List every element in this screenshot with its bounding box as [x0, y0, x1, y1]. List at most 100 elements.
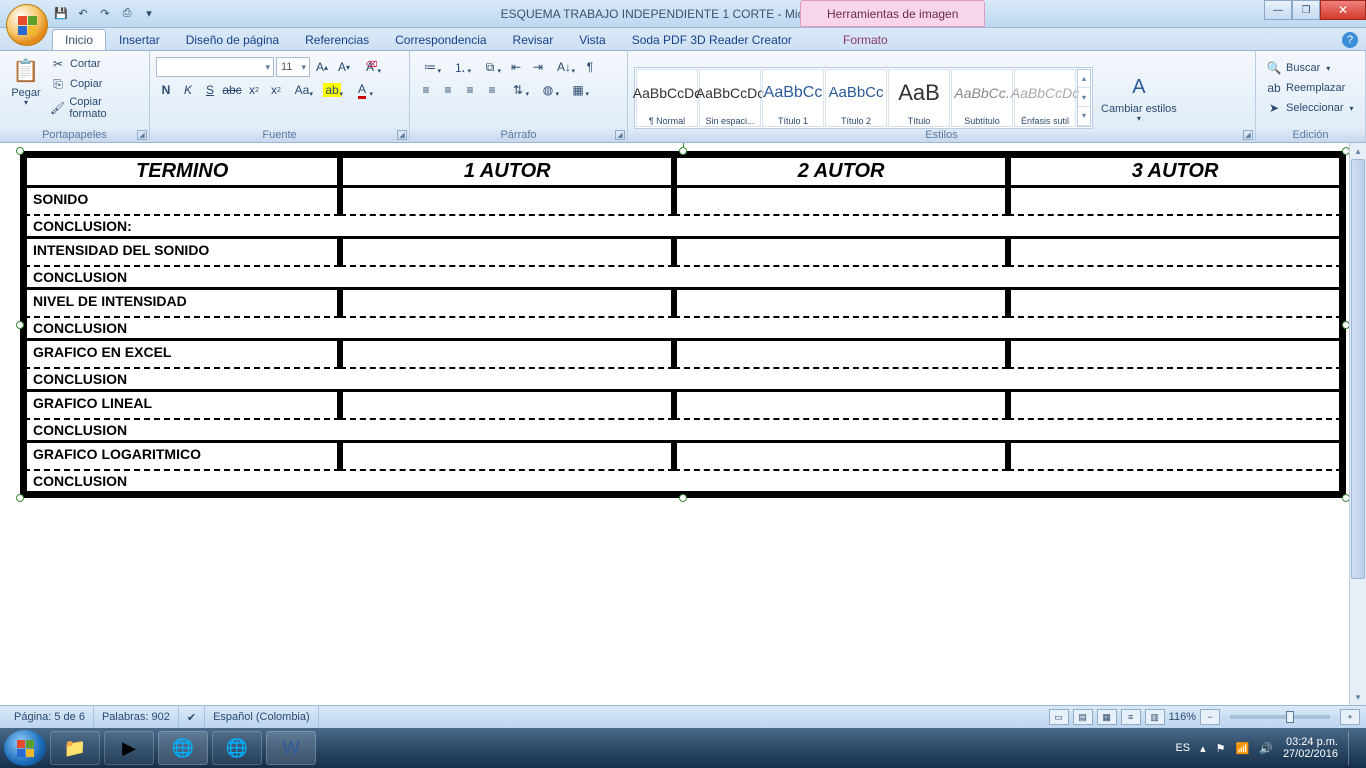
- scroll-down-button[interactable]: ▾: [1350, 689, 1366, 705]
- line-spacing-button[interactable]: ⇅: [504, 80, 532, 100]
- vscroll-thumb[interactable]: [1351, 159, 1365, 579]
- show-marks-button[interactable]: ¶: [580, 57, 600, 77]
- tray-action-center-icon[interactable]: ⚑: [1216, 742, 1226, 755]
- qat-undo-icon[interactable]: ↶: [74, 5, 92, 23]
- zoom-slider-thumb[interactable]: [1286, 711, 1294, 723]
- style-titulo1[interactable]: AaBbCcTítulo 1: [762, 69, 824, 127]
- clear-formatting-button[interactable]: A⌫: [356, 57, 384, 77]
- superscript-button[interactable]: x2: [266, 80, 286, 100]
- view-print-layout-button[interactable]: ▭: [1049, 709, 1069, 725]
- minimize-button[interactable]: —: [1264, 0, 1292, 20]
- tray-show-hidden-icon[interactable]: ▴: [1200, 742, 1206, 755]
- tab-soda-pdf[interactable]: Soda PDF 3D Reader Creator: [619, 29, 805, 50]
- qat-print-icon[interactable]: ⎙: [118, 5, 136, 23]
- close-button[interactable]: ✕: [1320, 0, 1366, 20]
- qat-save-icon[interactable]: 💾: [52, 5, 70, 23]
- vertical-scrollbar[interactable]: ▴ ▾: [1349, 143, 1366, 705]
- tab-formato[interactable]: Formato: [830, 29, 901, 50]
- strikethrough-button[interactable]: abc: [222, 80, 242, 100]
- font-dialog-launcher[interactable]: ◢: [397, 130, 407, 140]
- justify-button[interactable]: ≡: [482, 80, 502, 100]
- paste-button[interactable]: 📋 Pegar ▾: [6, 53, 46, 110]
- style-enfasis-sutil[interactable]: AaBbCcDcÉnfasis sutil: [1014, 69, 1076, 127]
- styles-dialog-launcher[interactable]: ◢: [1243, 130, 1253, 140]
- status-language[interactable]: Español (Colombia): [205, 706, 319, 728]
- numbering-button[interactable]: ⒈: [446, 57, 474, 77]
- status-page[interactable]: Página: 5 de 6: [6, 706, 94, 728]
- tray-network-icon[interactable]: 📶: [1236, 742, 1250, 755]
- tab-revisar[interactable]: Revisar: [500, 29, 567, 50]
- taskbar-explorer[interactable]: 📁: [50, 731, 100, 765]
- resize-handle-w[interactable]: [16, 321, 24, 329]
- tab-inicio[interactable]: Inicio: [52, 29, 106, 50]
- zoom-level[interactable]: 116%: [1169, 711, 1196, 723]
- tab-correspondencia[interactable]: Correspondencia: [382, 29, 499, 50]
- resize-handle-s[interactable]: [679, 494, 687, 502]
- format-painter-button[interactable]: 🖌Copiar formato: [46, 95, 143, 121]
- maximize-button[interactable]: ❐: [1292, 0, 1320, 20]
- italic-button[interactable]: K: [178, 80, 198, 100]
- scroll-up-button[interactable]: ▴: [1350, 143, 1366, 159]
- style-titulo[interactable]: AaBTítulo: [888, 69, 950, 127]
- style-titulo2[interactable]: AaBbCcTítulo 2: [825, 69, 887, 127]
- bold-button[interactable]: N: [156, 80, 176, 100]
- style-subtitulo[interactable]: AaBbCc.Subtítulo: [951, 69, 1013, 127]
- clipboard-dialog-launcher[interactable]: ◢: [137, 130, 147, 140]
- bullets-button[interactable]: ≔: [416, 57, 444, 77]
- change-styles-button[interactable]: A Cambiar estilos ▾: [1097, 69, 1181, 126]
- view-web-button[interactable]: ▦: [1097, 709, 1117, 725]
- style-sin-espaciado[interactable]: AaBbCcDcSin espaci...: [699, 69, 761, 127]
- change-case-button[interactable]: Aa: [288, 80, 316, 100]
- tray-language[interactable]: ES: [1175, 742, 1190, 754]
- styles-gallery[interactable]: AaBbCcDc¶ Normal AaBbCcDcSin espaci... A…: [634, 67, 1093, 129]
- style-normal[interactable]: AaBbCcDc¶ Normal: [636, 69, 698, 127]
- align-right-button[interactable]: ≡: [460, 80, 480, 100]
- shrink-font-button[interactable]: A▾: [334, 57, 354, 77]
- taskbar-chrome-2[interactable]: 🌐: [212, 731, 262, 765]
- shading-button[interactable]: ◍: [534, 80, 562, 100]
- selected-image-object[interactable]: TERMINO 1 AUTOR 2 AUTOR 3 AUTOR SONIDO C…: [20, 151, 1346, 498]
- help-button[interactable]: ?: [1342, 32, 1358, 48]
- align-center-button[interactable]: ≡: [438, 80, 458, 100]
- view-outline-button[interactable]: ≡: [1121, 709, 1141, 725]
- taskbar-chrome[interactable]: 🌐: [158, 731, 208, 765]
- cut-button[interactable]: ✂Cortar: [46, 55, 143, 73]
- select-button[interactable]: ➤Seleccionar▾: [1262, 99, 1358, 117]
- tray-clock[interactable]: 03:24 p.m. 27/02/2016: [1283, 736, 1338, 760]
- styles-gallery-scroll[interactable]: ▴▾▾: [1077, 69, 1091, 127]
- tab-referencias[interactable]: Referencias: [292, 29, 382, 50]
- increase-indent-button[interactable]: ⇥: [528, 57, 548, 77]
- grow-font-button[interactable]: A▴: [312, 57, 332, 77]
- borders-button[interactable]: ▦: [564, 80, 592, 100]
- tab-vista[interactable]: Vista: [566, 29, 618, 50]
- qat-redo-icon[interactable]: ↷: [96, 5, 114, 23]
- office-button[interactable]: [6, 4, 48, 46]
- replace-button[interactable]: abReemplazar: [1262, 79, 1358, 97]
- status-words[interactable]: Palabras: 902: [94, 706, 179, 728]
- resize-handle-nw[interactable]: [16, 147, 24, 155]
- align-left-button[interactable]: ≡: [416, 80, 436, 100]
- taskbar-word[interactable]: W: [266, 731, 316, 765]
- view-draft-button[interactable]: ▥: [1145, 709, 1165, 725]
- start-button[interactable]: [4, 730, 46, 766]
- document-area[interactable]: TERMINO 1 AUTOR 2 AUTOR 3 AUTOR SONIDO C…: [0, 143, 1366, 705]
- tab-diseno-pagina[interactable]: Diseño de página: [173, 29, 292, 50]
- qat-more-icon[interactable]: ▾: [140, 5, 158, 23]
- font-name-combo[interactable]: [156, 57, 274, 77]
- highlight-button[interactable]: ab: [318, 80, 346, 100]
- find-button[interactable]: 🔍Buscar▾: [1262, 59, 1358, 77]
- zoom-slider[interactable]: [1230, 715, 1330, 719]
- view-fullscreen-button[interactable]: ▤: [1073, 709, 1093, 725]
- multilevel-list-button[interactable]: ⧉: [476, 57, 504, 77]
- sort-button[interactable]: A↓: [550, 57, 578, 77]
- zoom-in-button[interactable]: +: [1340, 709, 1360, 725]
- underline-button[interactable]: S: [200, 80, 220, 100]
- resize-handle-sw[interactable]: [16, 494, 24, 502]
- show-desktop-button[interactable]: [1348, 731, 1356, 765]
- decrease-indent-button[interactable]: ⇤: [506, 57, 526, 77]
- tab-insertar[interactable]: Insertar: [106, 29, 173, 50]
- zoom-out-button[interactable]: −: [1200, 709, 1220, 725]
- paragraph-dialog-launcher[interactable]: ◢: [615, 130, 625, 140]
- tray-volume-icon[interactable]: 🔊: [1259, 742, 1273, 755]
- status-proofing[interactable]: ✔: [179, 706, 205, 728]
